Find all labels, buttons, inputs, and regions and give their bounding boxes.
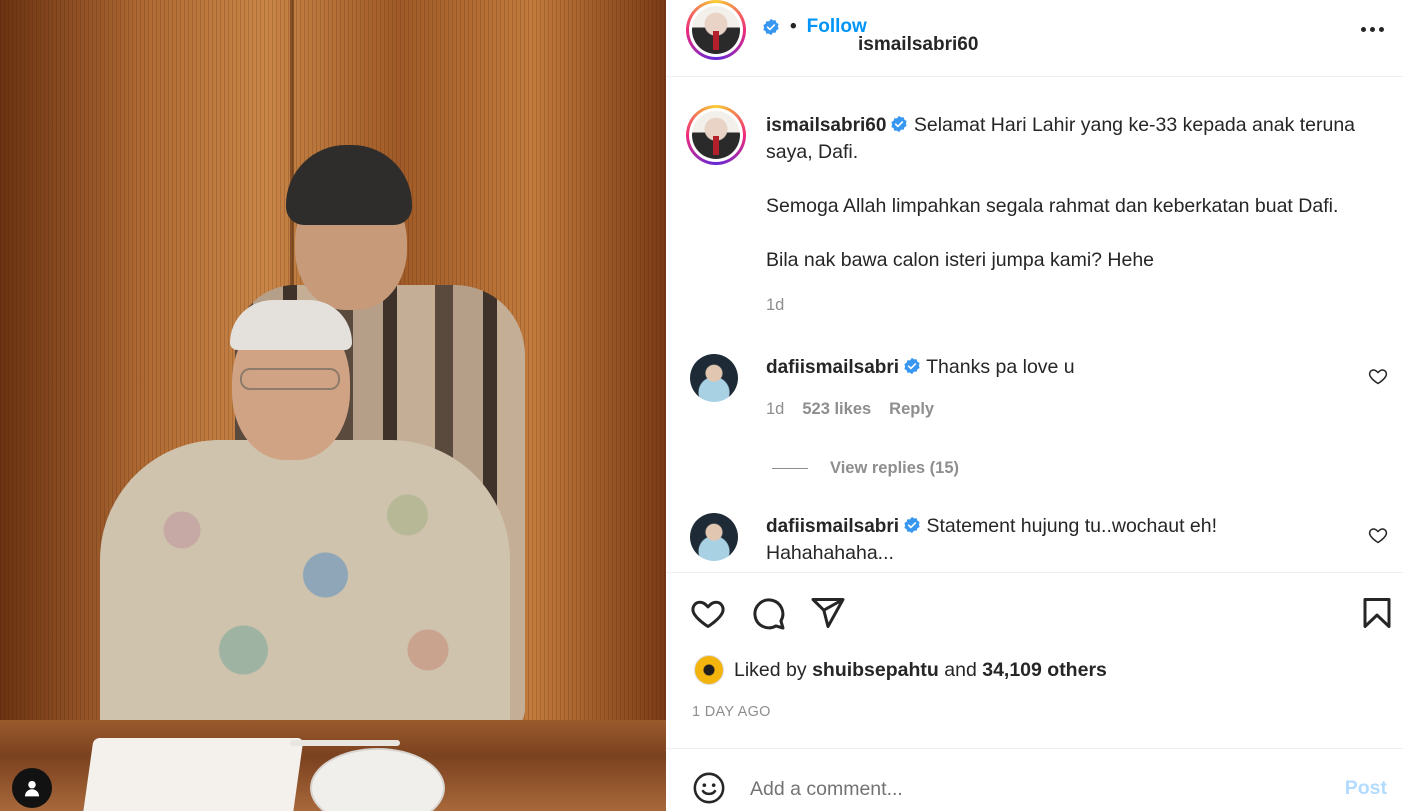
liker-username[interactable]: shuibsepahtu [812,659,939,681]
commenter-username[interactable]: dafiismailsabri [766,516,899,537]
post-comment-button[interactable]: Post [1345,777,1387,800]
post-photo[interactable] [0,0,666,811]
likes-others[interactable]: 34,109 others [982,659,1107,681]
bookmark-icon[interactable] [1359,595,1395,631]
commenter-avatar[interactable] [690,513,738,561]
user-tag-icon[interactable] [12,768,52,808]
photo-beanie [286,145,412,225]
comment-input[interactable] [750,773,1310,805]
comments-list[interactable]: ismailsabri60 Selamat Hari Lahir yang ke… [666,78,1403,572]
share-icon[interactable] [810,595,846,631]
replies-divider [772,468,808,469]
verified-badge-icon [891,115,908,133]
comment-likes[interactable]: 523 likes [802,400,871,419]
caption-time[interactable]: 1d [766,296,784,315]
author-avatar[interactable] [686,0,746,60]
view-replies-label: View replies (15) [830,459,960,477]
header-separator: • [790,16,797,37]
view-replies-button[interactable]: View replies (15) [772,459,959,478]
caption-line: Bila nak bawa calon isteri jumpa kami? H… [766,249,1155,271]
comment-icon[interactable] [750,595,786,631]
photo-chopstick [290,740,400,746]
action-bar [666,572,1403,652]
comment-text: dafiismailsabri Statement hujung tu..woc… [766,513,1326,567]
likes-summary: Liked by shuibsepahtu and 34,109 others [694,655,1107,685]
post-caption: ismailsabri60 Selamat Hari Lahir yang ke… [766,112,1396,301]
verified-badge-icon [904,516,920,534]
commenter-avatar[interactable] [690,354,738,402]
caption-author-username[interactable]: ismailsabri60 [766,115,886,136]
post-header: ismailsabri60 • Follow [666,0,1403,77]
liker-avatar[interactable] [694,655,724,685]
likes-prefix: Liked by [734,658,807,681]
heart-icon[interactable] [1368,366,1388,386]
author-username[interactable]: ismailsabri60 [858,34,978,56]
comment-composer: Post [666,748,1403,811]
comment-meta: 1d 523 likes Reply [766,400,934,419]
comment-text: dafiismailsabri Thanks pa love u [766,354,1326,381]
post-detail-panel: ismailsabri60 • Follow ismailsabri60 Sel… [666,0,1403,811]
emoji-icon[interactable] [692,771,726,805]
author-line: ismailsabri60 • Follow [762,16,978,55]
comment-body: Thanks pa love u [926,356,1075,378]
post-timestamp[interactable]: 1 DAY AGO [692,704,771,720]
reply-button[interactable]: Reply [889,400,934,419]
comment-time[interactable]: 1d [766,400,784,419]
photo-person-father [100,440,510,740]
verified-badge-icon [904,357,920,375]
caption-author-avatar[interactable] [686,105,746,165]
likes-middle: and [944,658,977,681]
caption-line: Semoga Allah limpahkan segala rahmat dan… [766,195,1339,217]
verified-badge-icon [763,18,779,36]
more-options-icon[interactable] [1357,17,1387,41]
photo-napkin [82,738,304,811]
like-heart-icon[interactable] [690,595,726,631]
photo-father-hair [230,300,352,350]
photo-glasses [240,368,340,390]
commenter-username[interactable]: dafiismailsabri [766,357,899,378]
heart-icon[interactable] [1368,525,1388,545]
